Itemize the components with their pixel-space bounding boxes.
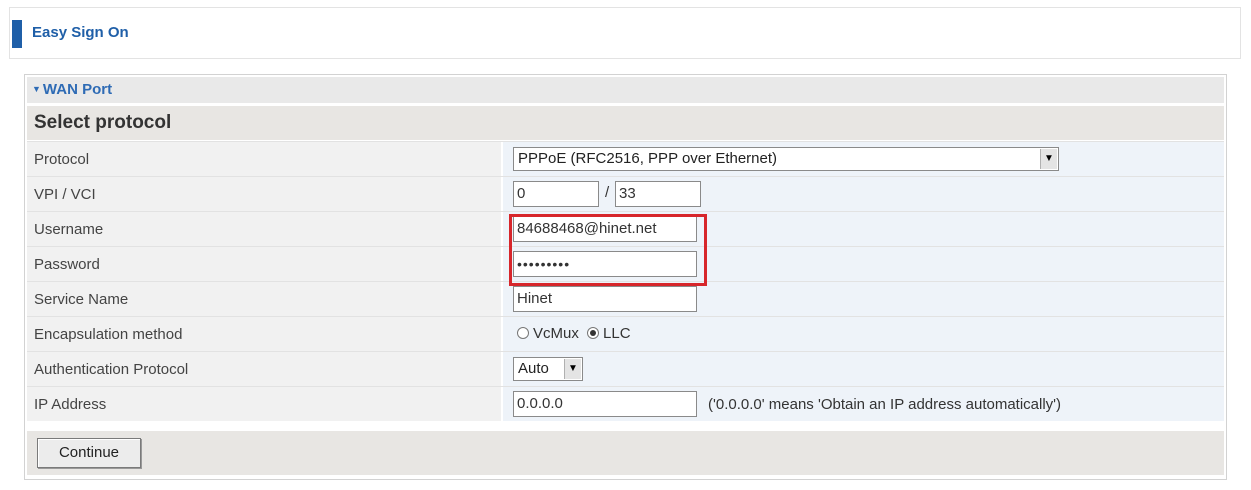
ip-address-hint: ('0.0.0.0' means 'Obtain an IP address a… — [708, 396, 1062, 413]
llc-radio[interactable] — [587, 327, 600, 339]
auth-protocol-label: Authentication Protocol — [34, 361, 189, 378]
vpi-vci-label: VPI / VCI — [34, 186, 96, 203]
action-bar: Continue — [27, 431, 1224, 475]
ip-address-label: IP Address — [34, 396, 107, 413]
panel-heading-text: WAN Port — [42, 81, 113, 98]
password-input[interactable]: ••••••••• — [513, 251, 697, 277]
vpi-vci-separator: / — [605, 184, 610, 201]
continue-button[interactable]: Continue — [37, 438, 141, 468]
protocol-select[interactable]: PPPoE (RFC2516, PPP over Ethernet) ▼ — [513, 147, 1059, 171]
password-label: Password — [34, 256, 100, 273]
row-vpi-vci: VPI / VCI 0 / 33 — [27, 176, 1224, 211]
username-label: Username — [34, 221, 104, 238]
panel-heading[interactable]: ▼ WAN Port — [32, 81, 112, 98]
triangle-down-icon: ▼ — [32, 84, 41, 94]
service-name-label: Service Name — [34, 291, 129, 308]
chevron-down-icon[interactable]: ▼ — [1040, 149, 1057, 169]
auth-protocol-select[interactable]: Auto ▼ — [513, 357, 583, 381]
row-encapsulation: Encapsulation method VcMux LLC — [27, 316, 1224, 351]
protocol-select-value: PPPoE (RFC2516, PPP over Ethernet) — [518, 150, 778, 167]
header-bar: Easy Sign On — [9, 7, 1241, 59]
row-ip-address: IP Address 0.0.0.0 ('0.0.0.0' means 'Obt… — [27, 386, 1224, 421]
wan-port-panel: ▼ WAN Port Select protocol Protocol PPPoE… — [24, 74, 1227, 480]
llc-label[interactable]: LLC — [603, 325, 631, 342]
row-protocol: Protocol PPPoE (RFC2516, PPP over Ethern… — [27, 141, 1224, 176]
row-auth-protocol: Authentication Protocol Auto ▼ — [27, 351, 1224, 386]
panel-header[interactable]: ▼ WAN Port — [27, 77, 1224, 103]
row-service-name: Service Name Hinet — [27, 281, 1224, 316]
encapsulation-options: VcMux LLC — [517, 325, 631, 342]
encapsulation-label: Encapsulation method — [34, 326, 183, 343]
page-title: Easy Sign On — [32, 24, 129, 41]
vpi-input[interactable]: 0 — [513, 181, 599, 207]
vci-input[interactable]: 33 — [615, 181, 701, 207]
row-username: Username 84688468@hinet.net — [27, 211, 1224, 246]
vcmux-radio[interactable] — [517, 327, 529, 339]
auth-protocol-value: Auto — [518, 360, 549, 377]
ip-address-input[interactable]: 0.0.0.0 — [513, 391, 697, 417]
service-name-input[interactable]: Hinet — [513, 286, 697, 312]
section-title: Select protocol — [34, 112, 172, 133]
chevron-down-icon[interactable]: ▼ — [564, 359, 581, 379]
header-accent — [12, 20, 22, 48]
section-header: Select protocol — [27, 106, 1224, 140]
row-password: Password ••••••••• — [27, 246, 1224, 281]
username-input[interactable]: 84688468@hinet.net — [513, 216, 697, 242]
vcmux-label[interactable]: VcMux — [533, 325, 579, 342]
protocol-label: Protocol — [34, 151, 90, 168]
